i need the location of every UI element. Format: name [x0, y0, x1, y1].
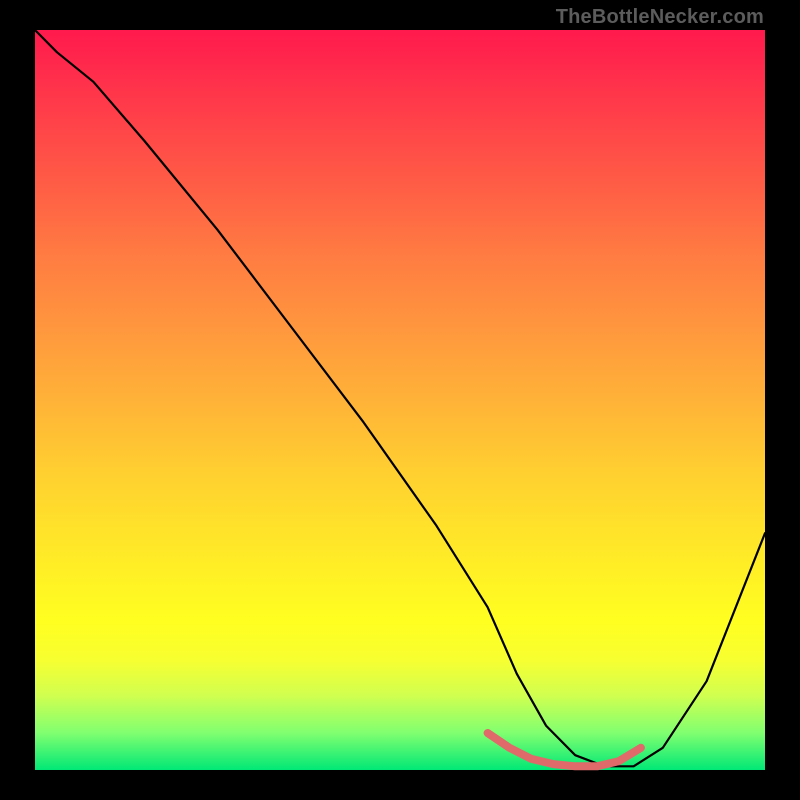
- bottleneck-curve: [35, 30, 765, 766]
- watermark-text: TheBottleNecker.com: [556, 6, 764, 29]
- chart-frame: TheBottleNecker.com: [0, 0, 800, 800]
- optimal-range-highlight: [488, 733, 641, 766]
- chart-overlay: [35, 30, 765, 770]
